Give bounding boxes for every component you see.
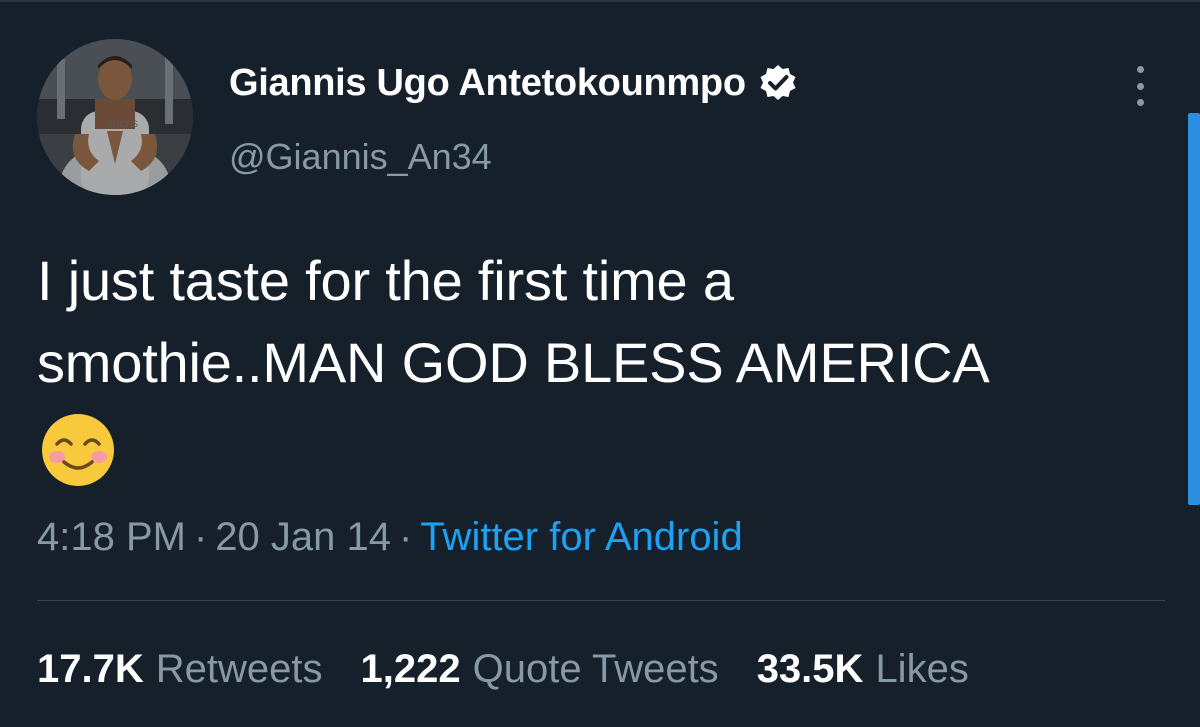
more-dot bbox=[1136, 82, 1144, 90]
retweets-count: 17.7K bbox=[37, 647, 144, 691]
engagement-stats: 17.7K Retweets 1,222 Quote Tweets 33.5K Lik… bbox=[37, 642, 969, 696]
display-name[interactable]: Giannis Ugo Antetokounmpo bbox=[229, 62, 746, 105]
more-options-icon[interactable] bbox=[1126, 66, 1154, 106]
likes-count: 33.5K bbox=[756, 647, 864, 691]
meta-separator: · bbox=[193, 515, 208, 559]
quote-tweets-label: Quote Tweets bbox=[472, 647, 719, 691]
author-handle[interactable]: @Giannis_An34 bbox=[229, 136, 492, 178]
author-name-row[interactable]: Giannis Ugo Antetokounmpo bbox=[229, 58, 798, 108]
tweet-text-line: I just taste for the first time a bbox=[37, 249, 734, 312]
svg-text:BUCKS: BUCKS bbox=[107, 119, 138, 129]
likes-stat[interactable]: 33.5K Likes bbox=[757, 642, 969, 696]
tweet-detail: BUCKS Giannis Ugo Antetokounmpo @Giannis… bbox=[0, 0, 1200, 727]
divider bbox=[37, 600, 1165, 601]
tweet-source-link[interactable]: Twitter for Android bbox=[420, 515, 742, 559]
scrollbar[interactable] bbox=[1188, 113, 1200, 505]
more-dot bbox=[1136, 99, 1144, 106]
verified-badge-icon bbox=[758, 63, 798, 103]
retweets-stat[interactable]: 17.7K Retweets bbox=[37, 642, 323, 696]
likes-label: Likes bbox=[875, 647, 969, 691]
tweet-text-line: smothie..MAN GOD BLESS AMERICA bbox=[37, 331, 990, 394]
smiling-face-emoji-icon bbox=[40, 412, 116, 488]
tweet-time[interactable]: 4:18 PM bbox=[37, 515, 186, 559]
more-dot bbox=[1136, 66, 1144, 73]
retweets-label: Retweets bbox=[155, 647, 323, 691]
tweet-text: I just taste for the first time a smothi… bbox=[37, 240, 1157, 404]
tweet-date[interactable]: 20 Jan 14 bbox=[215, 515, 391, 559]
avatar-photo-icon: BUCKS bbox=[37, 39, 193, 195]
avatar[interactable]: BUCKS bbox=[37, 39, 193, 195]
quote-tweets-count: 1,222 bbox=[360, 647, 461, 691]
meta-separator: · bbox=[399, 515, 413, 559]
quote-tweets-stat[interactable]: 1,222 Quote Tweets bbox=[361, 642, 719, 696]
tweet-metadata: 4:18 PM · 20 Jan 14 · Twitter for Android bbox=[37, 510, 743, 564]
